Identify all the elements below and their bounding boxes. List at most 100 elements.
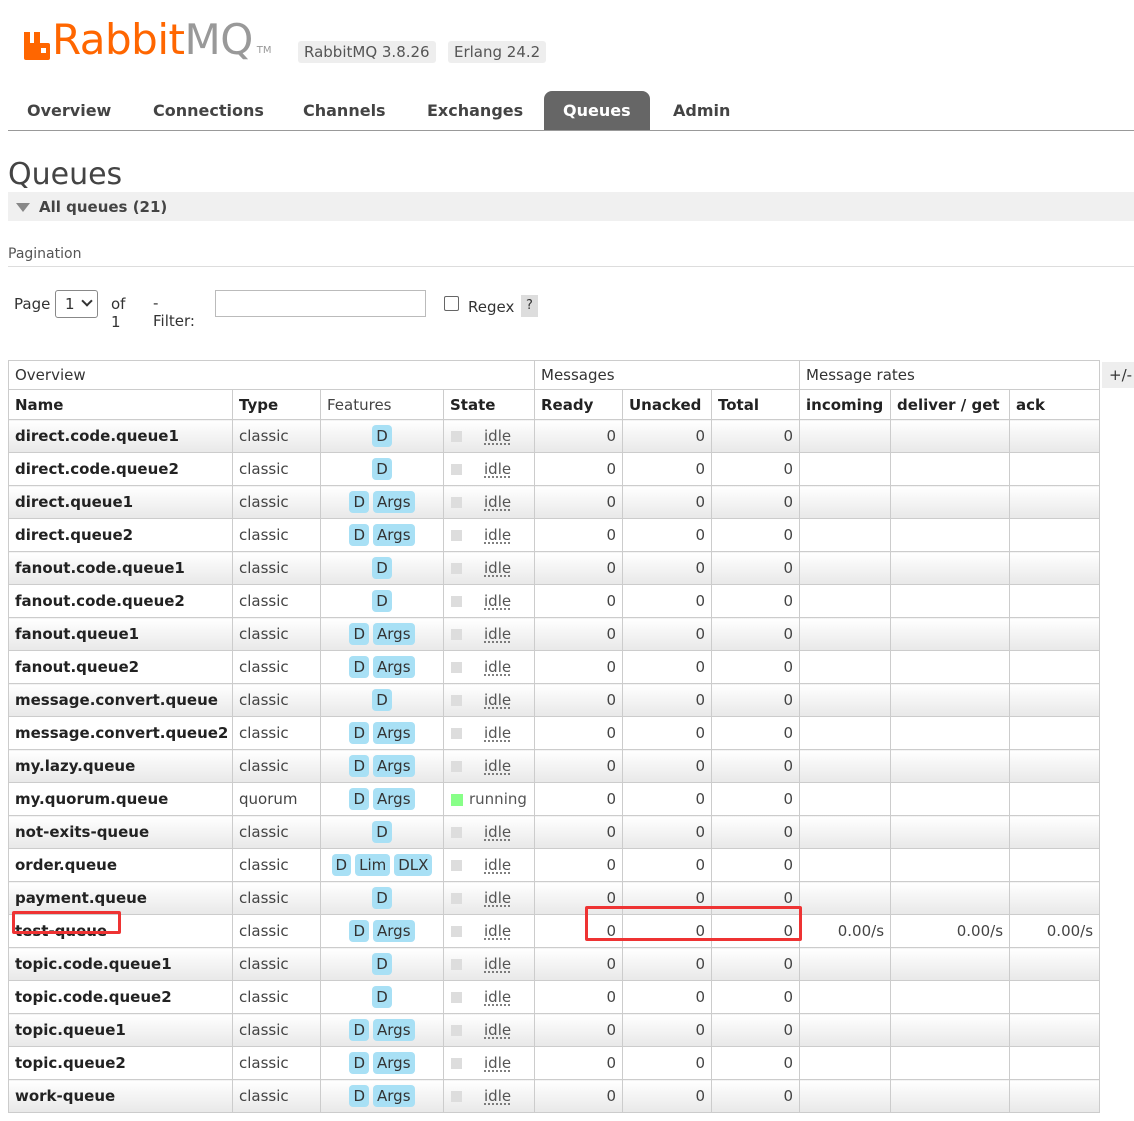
rate-incoming [799, 749, 892, 783]
tab-queues[interactable]: Queues [544, 91, 650, 130]
rate-ack [1009, 947, 1101, 981]
table-row: order.queue classic D Lim DLX idle 0 0 0 [8, 848, 1101, 882]
all-queues-toggle[interactable]: All queues (21) [8, 192, 1134, 221]
rate-ack [1009, 1079, 1101, 1113]
regex-checkbox[interactable] [444, 296, 459, 311]
group-messages: Messages [533, 360, 801, 390]
queue-state: idle [443, 584, 535, 618]
col-ready[interactable]: Ready [534, 389, 623, 420]
col-deliver-get[interactable]: deliver / get [890, 389, 1011, 420]
queue-name-link[interactable]: my.lazy.queue [8, 749, 233, 783]
queue-name-link[interactable]: topic.queue1 [8, 1013, 233, 1047]
state-label: idle [484, 823, 512, 841]
queue-type: classic [232, 683, 321, 717]
rate-ack [1009, 1046, 1101, 1080]
queue-name-link[interactable]: my.quorum.queue [8, 782, 233, 816]
queue-features: D Args [320, 485, 444, 519]
messages-unacked: 0 [622, 650, 712, 684]
tab-connections[interactable]: Connections [134, 91, 283, 130]
tab-exchanges[interactable]: Exchanges [408, 91, 542, 130]
tab-admin[interactable]: Admin [654, 91, 749, 130]
rate-ack: 0.00/s [1009, 914, 1101, 948]
queue-name-link[interactable]: topic.queue2 [8, 1046, 233, 1080]
feature-badge: D [372, 458, 392, 480]
queue-state: idle [443, 683, 535, 717]
state-indicator-icon [451, 728, 462, 739]
queue-features: D Args [320, 650, 444, 684]
queue-state: idle [443, 1079, 535, 1113]
rate-deliver-get [890, 980, 1011, 1014]
queue-name-link[interactable]: direct.code.queue1 [8, 419, 233, 453]
table-row: fanout.queue2 classic D Args idle 0 0 0 [8, 650, 1101, 684]
col-incoming[interactable]: incoming [799, 389, 892, 420]
messages-total: 0 [710, 782, 801, 816]
rate-deliver-get [890, 551, 1011, 585]
queue-state: idle [443, 716, 535, 750]
queue-name-link[interactable]: work-queue [8, 1079, 233, 1113]
queue-name-link[interactable]: order.queue [8, 848, 233, 882]
col-ack[interactable]: ack [1009, 389, 1101, 420]
rate-ack [1009, 551, 1101, 585]
queue-features: D [320, 815, 444, 849]
queue-name-link[interactable]: direct.queue2 [8, 518, 233, 552]
table-row: fanout.code.queue1 classic Didle 0 0 0 [8, 551, 1101, 585]
queue-name-link[interactable]: not-exits-queue [8, 815, 233, 849]
col-state[interactable]: State [443, 389, 535, 420]
messages-unacked: 0 [622, 485, 712, 519]
queue-name-link[interactable]: message.convert.queue2 [8, 716, 233, 750]
queue-name-link[interactable]: topic.code.queue2 [8, 980, 233, 1014]
rabbitmq-logo[interactable]: RabbitMQ TM [22, 18, 272, 62]
table-row: fanout.code.queue2 classic Didle 0 0 0 [8, 584, 1101, 618]
rate-incoming [799, 782, 892, 816]
rate-deliver-get [890, 749, 1011, 783]
queue-name-link[interactable]: message.convert.queue [8, 683, 233, 717]
feature-badge: D [349, 656, 370, 678]
table-row: test-queue classic D Args idle 0 0 0 0.00/s 0.00/… [8, 914, 1101, 948]
messages-unacked: 0 [622, 518, 712, 552]
state-indicator-icon [451, 860, 462, 871]
queue-name-link[interactable]: direct.queue1 [8, 485, 233, 519]
table-row: direct.queue2 classic D Args idle 0 0 0 [8, 518, 1101, 552]
state-label: idle [484, 955, 512, 973]
messages-ready: 0 [534, 1013, 623, 1047]
rate-incoming [799, 1046, 892, 1080]
page-select[interactable]: 1 [55, 290, 98, 318]
state-indicator-icon [451, 893, 462, 904]
queue-name-link[interactable]: fanout.queue1 [8, 617, 233, 651]
queue-type: classic [232, 617, 321, 651]
feature-badge: D [349, 920, 370, 942]
queue-name-link[interactable]: topic.code.queue1 [8, 947, 233, 981]
tab-overview[interactable]: Overview [8, 91, 130, 130]
queue-name-link[interactable]: fanout.code.queue1 [8, 551, 233, 585]
column-toggle-button[interactable]: +/- [1102, 362, 1134, 388]
col-name[interactable]: Name [8, 389, 233, 420]
rate-deliver-get [890, 716, 1011, 750]
col-total[interactable]: Total [710, 389, 801, 420]
queue-name-link[interactable]: payment.queue [8, 881, 233, 915]
queue-name-link[interactable]: direct.code.queue2 [8, 452, 233, 486]
col-type[interactable]: Type [232, 389, 321, 420]
rate-deliver-get [890, 419, 1011, 453]
regex-help-button[interactable]: ? [521, 295, 538, 317]
messages-unacked: 0 [622, 815, 712, 849]
tab-channels[interactable]: Channels [284, 91, 405, 130]
page-count: of 1 [111, 295, 126, 331]
rate-deliver-get [890, 650, 1011, 684]
messages-unacked: 0 [622, 419, 712, 453]
queue-features: D Args [320, 1046, 444, 1080]
queue-features: D Args [320, 518, 444, 552]
queue-features: D Args [320, 1013, 444, 1047]
queue-state: idle [443, 419, 535, 453]
chevron-down-icon [81, 295, 93, 307]
col-unacked[interactable]: Unacked [622, 389, 712, 420]
messages-unacked: 0 [622, 1079, 712, 1113]
rate-ack [1009, 650, 1101, 684]
queue-name-link[interactable]: fanout.queue2 [8, 650, 233, 684]
queue-name-link[interactable]: fanout.code.queue2 [8, 584, 233, 618]
highlight-test-queue-name [12, 911, 121, 934]
filter-input[interactable] [215, 290, 426, 317]
table-row: fanout.queue1 classic D Args idle 0 0 0 [8, 617, 1101, 651]
queue-state: running [443, 782, 535, 816]
messages-total: 0 [710, 1046, 801, 1080]
feature-badge: D [372, 953, 392, 975]
